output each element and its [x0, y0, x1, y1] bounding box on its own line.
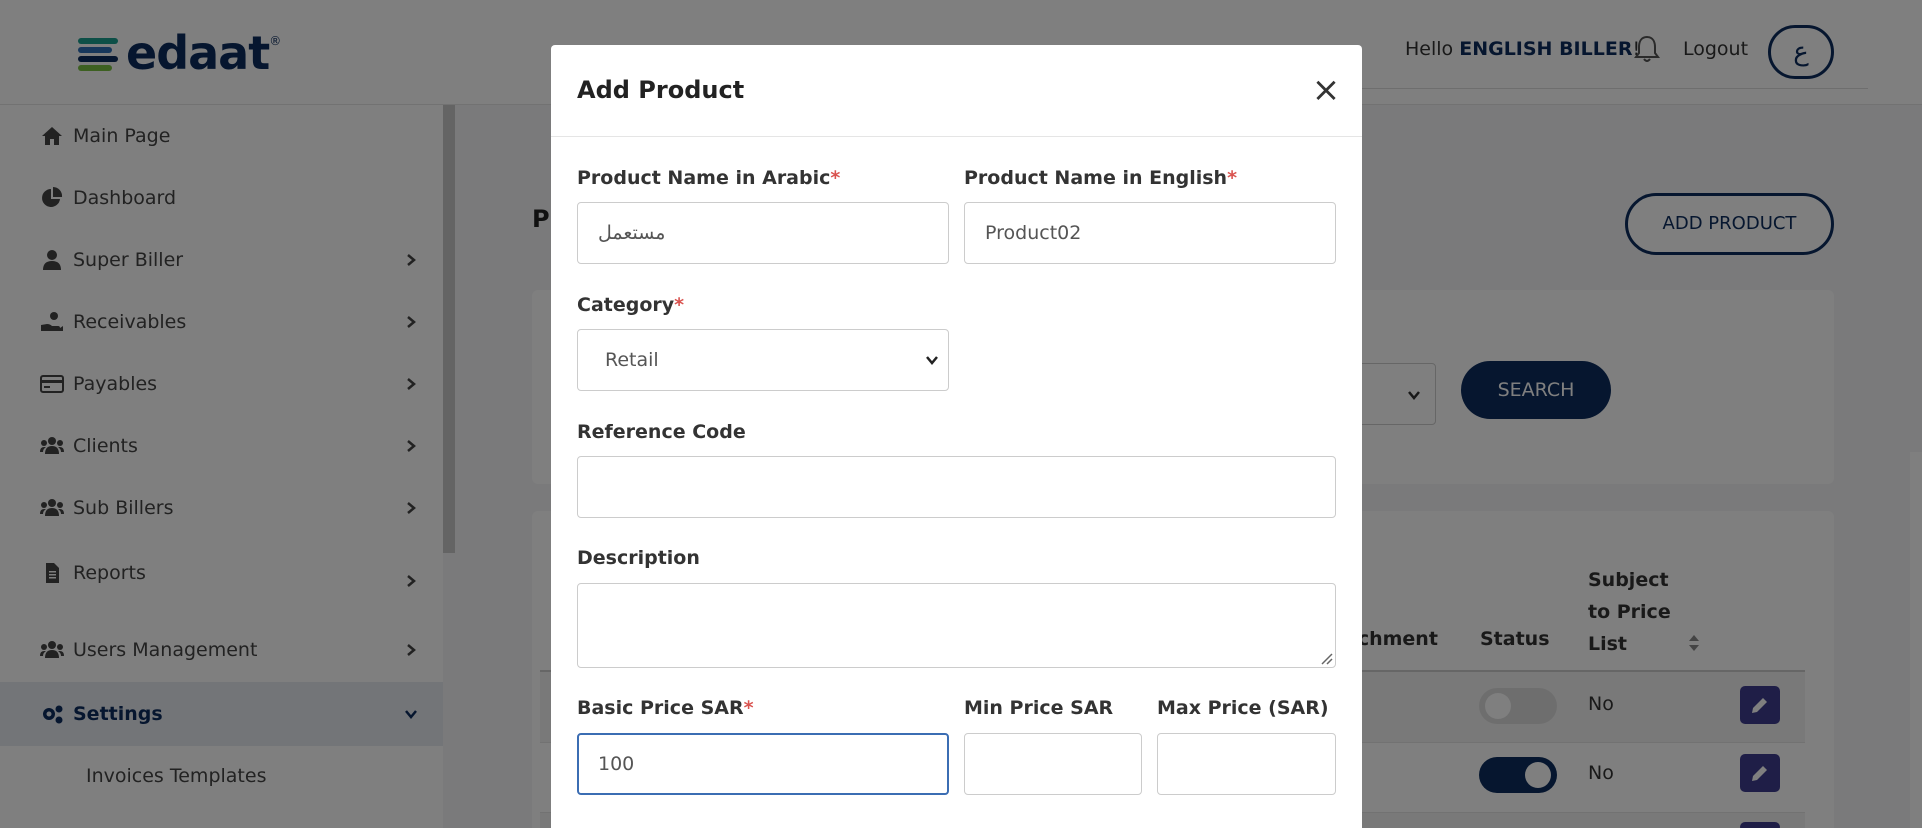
- category-label: Category*: [577, 294, 684, 316]
- product-name-arabic-label: Product Name in Arabic*: [577, 167, 840, 189]
- chevron-down-icon: [926, 356, 938, 365]
- max-price-input[interactable]: [1157, 733, 1336, 795]
- reference-code-input[interactable]: [577, 456, 1336, 518]
- product-name-english-label: Product Name in English*: [964, 167, 1237, 189]
- label-text: Category: [577, 294, 675, 316]
- reference-code-label: Reference Code: [577, 421, 746, 443]
- label-text: Product Name in English: [964, 167, 1228, 189]
- product-name-arabic-input[interactable]: مستعمل: [577, 202, 949, 264]
- modal-header: Add Product ×: [551, 45, 1362, 137]
- min-price-input[interactable]: [964, 733, 1142, 795]
- product-name-english-input[interactable]: Product02: [964, 202, 1336, 264]
- basic-price-input[interactable]: 100: [577, 733, 949, 795]
- category-selected-value: Retail: [605, 349, 659, 371]
- description-textarea[interactable]: [577, 583, 1336, 668]
- resize-handle-icon[interactable]: [1319, 651, 1333, 665]
- basic-price-label: Basic Price SAR*: [577, 697, 754, 719]
- max-price-label: Max Price (SAR): [1157, 697, 1329, 719]
- close-icon[interactable]: ×: [1311, 73, 1341, 107]
- required-marker: *: [743, 697, 754, 719]
- modal-title: Add Product: [577, 76, 745, 104]
- label-text: Product Name in Arabic: [577, 167, 831, 189]
- label-text: Basic Price SAR: [577, 697, 744, 719]
- add-product-modal: Add Product × Product Name in Arabic* مس…: [551, 45, 1362, 828]
- description-label: Description: [577, 547, 700, 569]
- required-marker: *: [830, 167, 841, 189]
- required-marker: *: [1227, 167, 1238, 189]
- required-marker: *: [674, 294, 685, 316]
- min-price-label: Min Price SAR: [964, 697, 1114, 719]
- category-select[interactable]: Retail: [577, 329, 949, 391]
